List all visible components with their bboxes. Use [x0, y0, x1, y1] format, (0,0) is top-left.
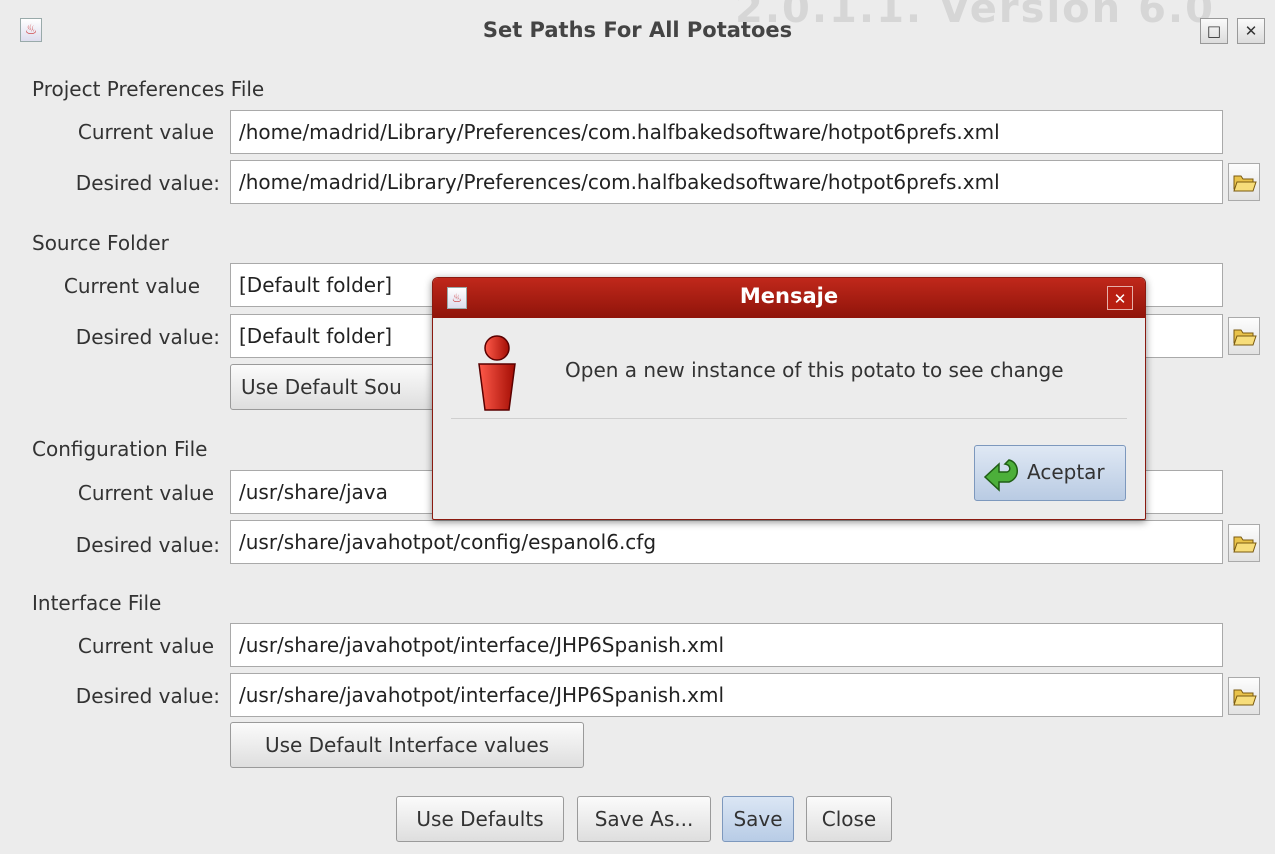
close-window-button[interactable]: ✕	[1237, 18, 1265, 44]
use-default-source-button[interactable]: Use Default Sou	[230, 364, 450, 410]
label-prefs-current: Current value	[77, 120, 214, 144]
save-button[interactable]: Save	[722, 796, 794, 842]
field-interface-current[interactable]: /usr/share/javahotpot/interface/JHP6Span…	[230, 623, 1223, 667]
section-title-source: Source Folder	[32, 231, 169, 255]
field-prefs-current[interactable]: /home/madrid/Library/Preferences/com.hal…	[230, 110, 1223, 154]
field-config-desired[interactable]: /usr/share/javahotpot/config/espanol6.cf…	[230, 520, 1223, 564]
label-source-desired: Desired value:	[75, 325, 220, 349]
window-titlebar: 2.0.1.1. Version 6.0 ♨ Set Paths For All…	[0, 0, 1275, 58]
label-interface-current: Current value	[77, 634, 214, 658]
aceptar-button[interactable]: Aceptar	[974, 445, 1126, 501]
dialog-close-button[interactable]: ✕	[1107, 286, 1133, 310]
dialog-message: Open a new instance of this potato to se…	[565, 358, 1064, 382]
maximize-button[interactable]: □	[1200, 18, 1228, 44]
window-title: Set Paths For All Potatoes	[482, 18, 793, 42]
field-interface-desired[interactable]: /usr/share/javahotpot/interface/JHP6Span…	[230, 673, 1223, 717]
label-config-desired: Desired value:	[75, 533, 220, 557]
dialog-title: Mensaje	[739, 284, 839, 308]
section-title-config: Configuration File	[32, 437, 208, 461]
label-config-current: Current value	[77, 481, 214, 505]
aceptar-label: Aceptar	[1027, 460, 1105, 484]
open-folder-icon	[1233, 175, 1257, 192]
open-folder-icon	[1233, 689, 1257, 706]
use-default-interface-button[interactable]: Use Default Interface values	[230, 722, 584, 768]
label-prefs-desired: Desired value:	[75, 171, 220, 195]
save-as-button[interactable]: Save As...	[577, 796, 711, 842]
use-defaults-button[interactable]: Use Defaults	[396, 796, 564, 842]
open-folder-icon	[1233, 329, 1257, 346]
label-source-current: Current value	[63, 274, 200, 298]
open-folder-icon	[1233, 536, 1257, 553]
green-return-arrow-icon	[983, 459, 1018, 492]
browse-prefs-button[interactable]	[1228, 163, 1260, 201]
close-button[interactable]: Close	[806, 796, 892, 842]
browse-config-button[interactable]	[1228, 524, 1260, 562]
dialog-separator	[451, 418, 1127, 419]
section-title-interface: Interface File	[32, 591, 162, 615]
browse-interface-button[interactable]	[1228, 677, 1260, 715]
field-prefs-desired[interactable]: /home/madrid/Library/Preferences/com.hal…	[230, 160, 1223, 204]
message-dialog: ♨ Mensaje ✕ Open a new instance of this …	[432, 277, 1146, 520]
label-interface-desired: Desired value:	[75, 684, 220, 708]
dialog-titlebar: ♨ Mensaje ✕	[433, 278, 1145, 318]
info-icon	[478, 335, 516, 411]
browse-source-button[interactable]	[1228, 317, 1260, 355]
section-title-prefs: Project Preferences File	[32, 77, 265, 101]
